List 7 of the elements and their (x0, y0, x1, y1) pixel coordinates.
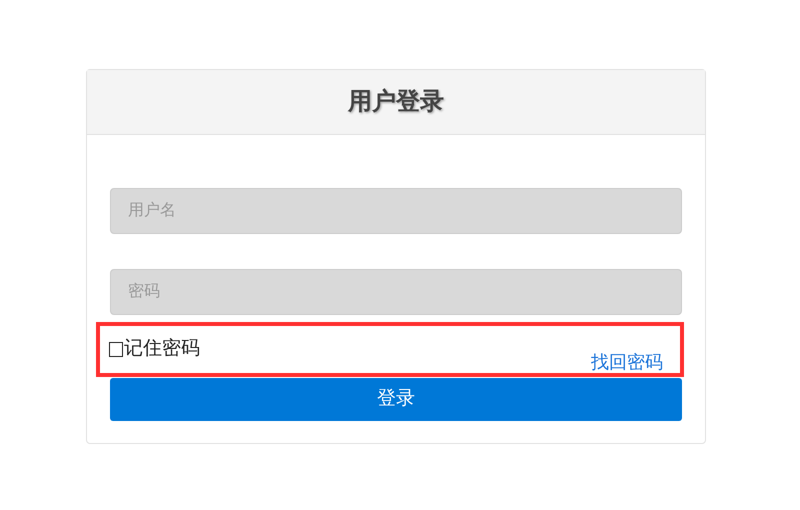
login-button[interactable]: 登录 (110, 378, 682, 421)
remember-checkbox[interactable]: 记住密码 (109, 335, 200, 364)
username-field[interactable]: 用户名 (110, 188, 682, 234)
checkbox-square-icon (109, 342, 123, 357)
forgot-password-link[interactable]: 找回密码 (591, 349, 663, 376)
password-field[interactable]: 密码 (110, 269, 682, 315)
card-title: 用户登录 (348, 87, 444, 117)
